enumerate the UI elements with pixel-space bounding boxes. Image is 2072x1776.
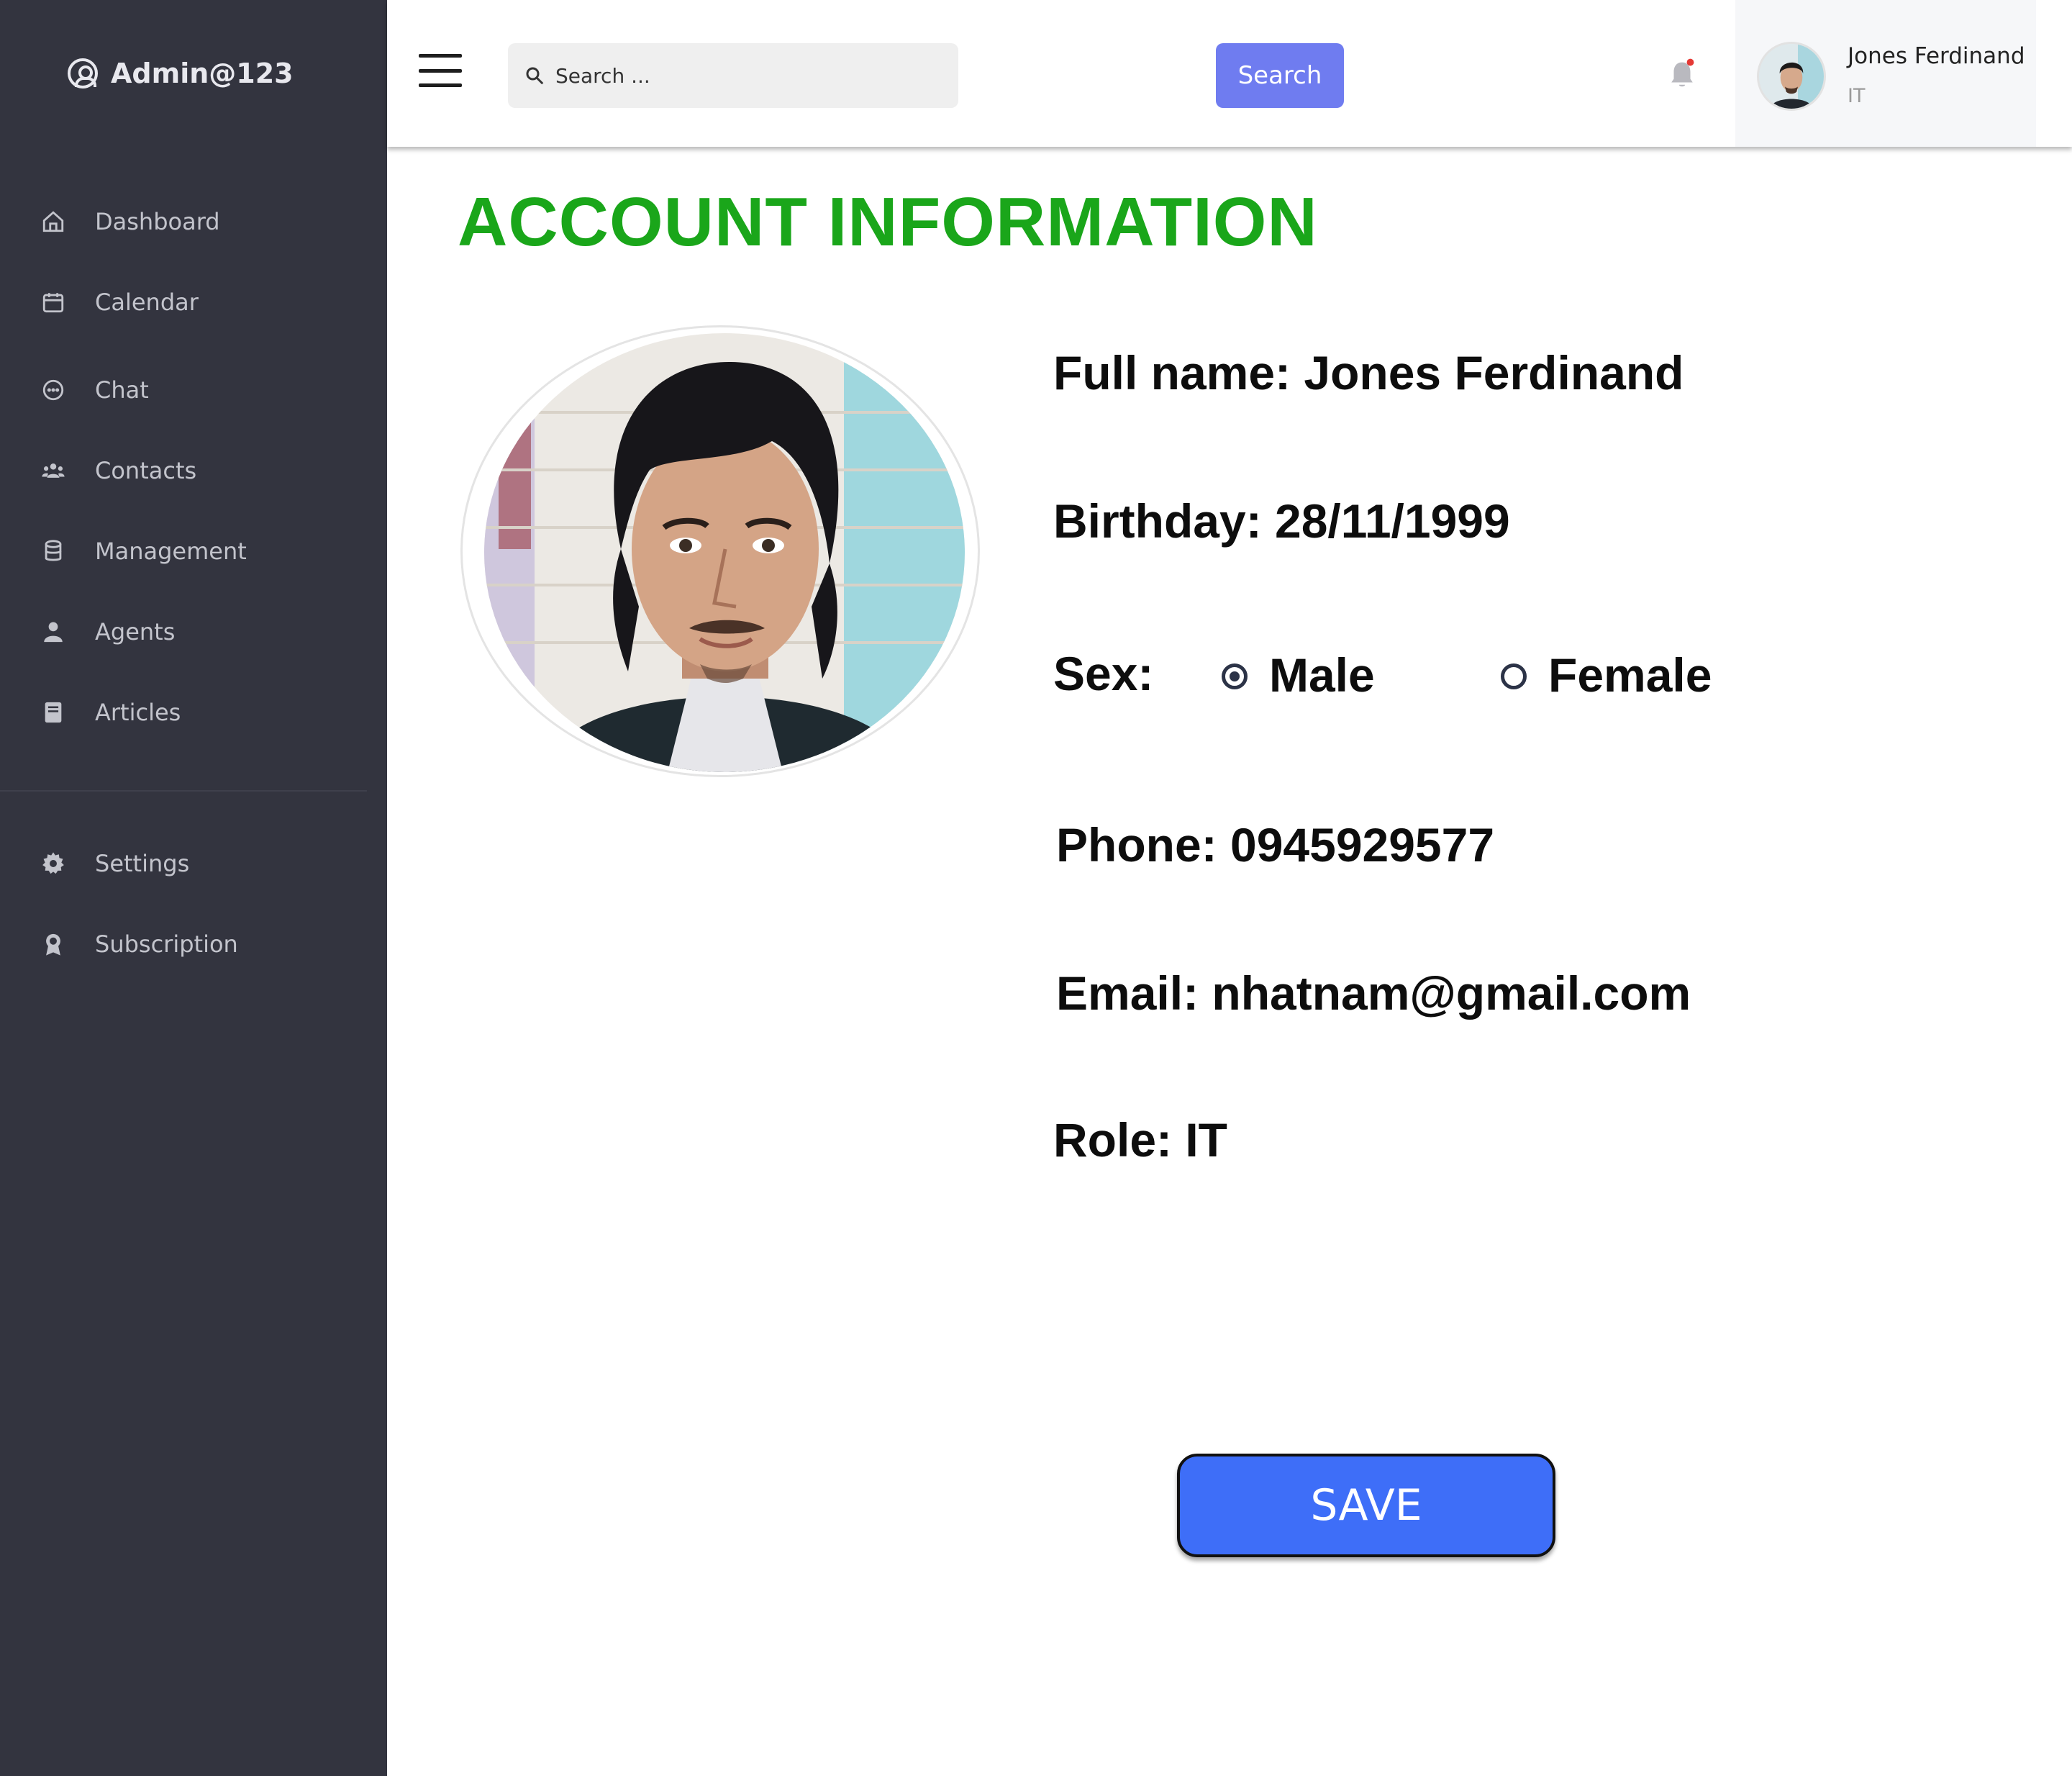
sidebar-item-calendar[interactable]: Calendar	[40, 281, 199, 324]
sidebar-item-label: Contacts	[95, 457, 197, 484]
sidebar-item-label: Agents	[95, 618, 176, 645]
sidebar-item-label: Dashboard	[95, 208, 220, 235]
user-circle-icon	[68, 58, 98, 89]
award-icon	[40, 931, 66, 957]
sex-label: Sex:	[1053, 647, 1154, 700]
chat-icon	[40, 377, 66, 403]
book-icon	[40, 699, 66, 725]
radio-female[interactable]	[1501, 663, 1527, 689]
sidebar-divider	[0, 790, 367, 792]
sidebar-item-contacts[interactable]: Contacts	[40, 449, 196, 492]
sidebar-item-dashboard[interactable]: Dashboard	[40, 200, 220, 243]
brand-label: Admin@123	[111, 58, 294, 89]
sidebar-item-label: Articles	[95, 699, 181, 726]
sidebar: Admin@123 Dashboard Calendar Chat Contac…	[0, 0, 387, 1776]
bell-icon[interactable]	[1668, 58, 1696, 91]
top-header: Search Jones Ferdinand IT	[387, 0, 2072, 147]
sidebar-item-label: Management	[95, 538, 247, 565]
search-bar	[508, 43, 958, 108]
user-profile[interactable]: Jones Ferdinand IT	[1735, 0, 2036, 147]
phone-field: Phone: 0945929577	[1056, 818, 1495, 871]
full-name-field: Full name: Jones Ferdinand	[1053, 346, 1684, 399]
page-title: ACCOUNT INFORMATION	[458, 184, 1318, 260]
sidebar-item-agents[interactable]: Agents	[40, 610, 175, 653]
user-name: Jones Ferdinand	[1848, 43, 2025, 69]
sidebar-item-label: Calendar	[95, 289, 199, 316]
sidebar-item-articles[interactable]: Articles	[40, 691, 181, 734]
gear-icon	[40, 851, 66, 876]
radio-male-label[interactable]: Male	[1269, 648, 1375, 702]
sidebar-item-chat[interactable]: Chat	[40, 368, 149, 412]
user-role: IT	[1848, 85, 1866, 107]
search-button[interactable]: Search	[1216, 43, 1344, 108]
sidebar-item-subscription[interactable]: Subscription	[40, 923, 238, 966]
profile-photo-image	[484, 333, 965, 772]
sidebar-item-management[interactable]: Management	[40, 530, 247, 573]
database-icon	[40, 538, 66, 564]
email-field: Email: nhatnam@gmail.com	[1056, 966, 1691, 1020]
contacts-icon	[40, 458, 66, 484]
menu-icon[interactable]	[419, 54, 462, 87]
agent-icon	[40, 619, 66, 645]
sidebar-item-label: Subscription	[95, 930, 238, 958]
sidebar-item-settings[interactable]: Settings	[40, 842, 189, 885]
brand[interactable]: Admin@123	[68, 58, 294, 89]
profile-photo	[460, 325, 980, 777]
sidebar-item-label: Chat	[95, 376, 149, 404]
calendar-icon	[40, 289, 66, 315]
radio-male[interactable]	[1222, 663, 1248, 689]
home-icon	[40, 209, 66, 235]
birthday-field: Birthday: 28/11/1999	[1053, 494, 1510, 548]
search-input[interactable]	[555, 63, 829, 88]
radio-female-label[interactable]: Female	[1548, 648, 1712, 702]
save-button[interactable]: SAVE	[1177, 1454, 1555, 1557]
avatar	[1757, 42, 1826, 111]
search-icon	[526, 67, 544, 85]
notification-dot	[1686, 58, 1694, 66]
sidebar-item-label: Settings	[95, 850, 190, 877]
role-field: Role: IT	[1053, 1113, 1227, 1166]
